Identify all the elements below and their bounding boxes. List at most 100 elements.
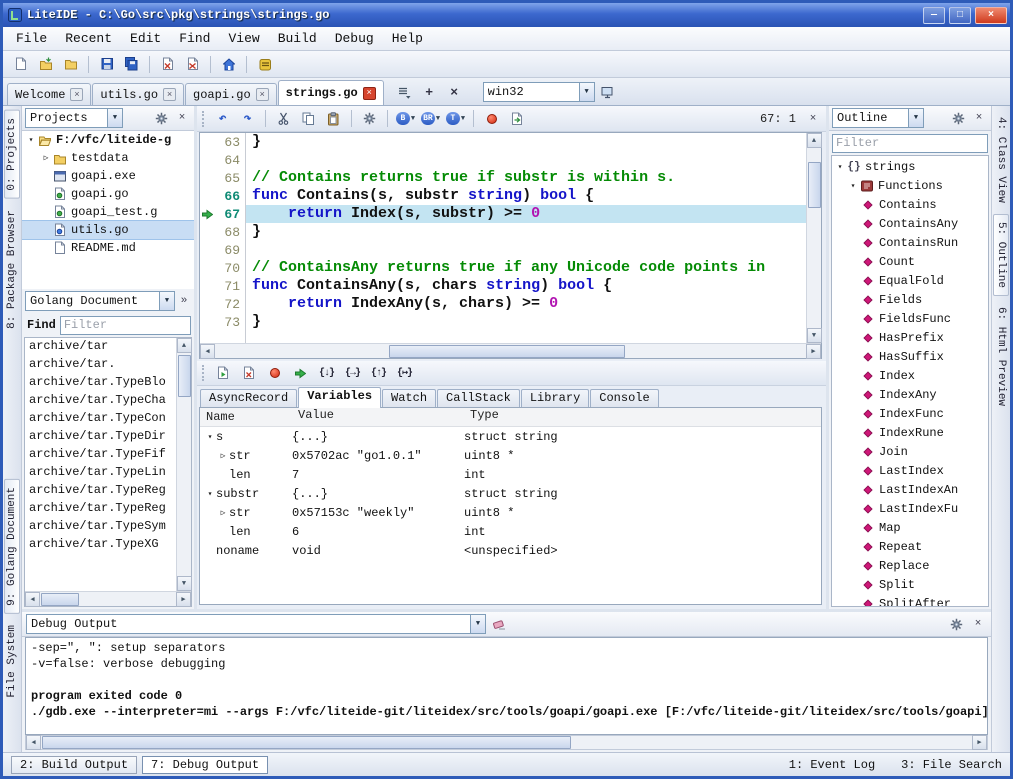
doc-item[interactable]: archive/tar.TypeSym [25, 519, 176, 537]
show-current-line-icon[interactable] [289, 362, 312, 384]
chevron-down-icon[interactable]: ▼ [579, 83, 594, 101]
side-tab-5-outline[interactable]: 5: Outline [993, 214, 1009, 296]
status-tab-2-build-output[interactable]: 2: Build Output [11, 756, 137, 774]
code-line[interactable] [246, 151, 806, 169]
side-tab-8-package-browser[interactable]: 8: Package Browser [5, 203, 19, 336]
scroll-left-icon[interactable]: ◀ [26, 735, 41, 750]
panel-close-icon[interactable]: × [173, 109, 191, 127]
panel-settings-icon[interactable] [949, 109, 967, 127]
chevron-down-icon[interactable]: ▼ [908, 109, 923, 127]
editor-scrollbar[interactable]: ▲ ▼ [806, 133, 821, 343]
outline-item-lastindexan[interactable]: LastIndexAn [832, 480, 988, 499]
tab-welcome[interactable]: Welcome× [7, 83, 91, 105]
doc-list-scrollbar[interactable]: ▲ ▼ [176, 338, 191, 591]
scroll-up-icon[interactable]: ▲ [177, 338, 192, 353]
debug-tab-asyncrecord[interactable]: AsyncRecord [200, 389, 297, 407]
project-item-readme-md[interactable]: README.md [22, 239, 194, 257]
panel-close-icon[interactable]: × [969, 615, 987, 633]
scroll-up-icon[interactable]: ▲ [807, 133, 822, 148]
outline-item-lastindexfu[interactable]: LastIndexFu [832, 499, 988, 518]
outline-item-lastindex[interactable]: LastIndex [832, 461, 988, 480]
scroll-down-icon[interactable]: ▼ [807, 328, 822, 343]
outline-item-split[interactable]: Split [832, 575, 988, 594]
outline-item-strings[interactable]: ▾{}strings [832, 157, 988, 176]
debug-tab-watch[interactable]: Watch [382, 389, 436, 407]
outline-item-fields[interactable]: Fields [832, 290, 988, 309]
code-line[interactable]: } [246, 313, 806, 331]
toolbar-grip[interactable] [202, 111, 205, 127]
chevron-down-icon[interactable]: ▼ [159, 292, 174, 310]
open-folder-icon[interactable] [59, 53, 82, 75]
options-icon[interactable] [253, 53, 276, 75]
scroll-right-icon[interactable]: ▶ [972, 735, 987, 750]
panel-settings-icon[interactable] [152, 109, 170, 127]
scroll-thumb[interactable] [41, 593, 79, 606]
scroll-left-icon[interactable]: ◀ [200, 344, 215, 359]
project-item-testdata[interactable]: ▷testdata [22, 149, 194, 167]
menu-debug[interactable]: Debug [326, 28, 383, 49]
twist-icon[interactable]: ▷ [40, 153, 52, 163]
outline-filter-input[interactable] [832, 134, 988, 153]
scroll-thumb[interactable] [389, 345, 625, 358]
code-line[interactable]: return IndexAny(s, chars) >= 0 [246, 295, 806, 313]
outline-item-indexrune[interactable]: IndexRune [832, 423, 988, 442]
menu-view[interactable]: View [219, 28, 268, 49]
outline-item-containsany[interactable]: ContainsAny [832, 214, 988, 233]
toggle-breakpoint-icon[interactable] [263, 362, 286, 384]
toolbar-grip[interactable] [202, 365, 205, 381]
panel-close-icon[interactable]: × [970, 109, 988, 127]
copy-icon[interactable] [297, 108, 320, 130]
minimize-button[interactable]: — [923, 7, 945, 24]
new-file-icon[interactable] [9, 53, 32, 75]
menu-find[interactable]: Find [170, 28, 219, 49]
menu-help[interactable]: Help [383, 28, 432, 49]
clear-log-icon[interactable] [237, 362, 260, 384]
output-hscrollbar[interactable]: ◀ ▶ [25, 735, 988, 750]
menu-file[interactable]: File [7, 28, 56, 49]
variable-row[interactable]: nonamevoid<unspecified> [200, 541, 821, 560]
start-debug-icon[interactable] [211, 362, 234, 384]
status-item-3-file-search[interactable]: 3: File Search [901, 758, 1002, 772]
run-to-cursor-icon[interactable]: {↦} [393, 362, 416, 384]
chevron-down-icon[interactable]: ▼ [107, 109, 122, 127]
outline-item-index[interactable]: Index [832, 366, 988, 385]
project-item-f-vfc-liteide-g[interactable]: ▾F:/vfc/liteide-g [22, 131, 194, 149]
project-item-goapi-go[interactable]: goapi.go [22, 185, 194, 203]
side-tab-0-projects[interactable]: 0: Projects [4, 110, 20, 199]
twist-icon[interactable]: ▾ [25, 135, 37, 145]
code-line[interactable]: func Contains(s, substr string) bool { [246, 187, 806, 205]
tab-close-icon[interactable]: × [70, 88, 83, 101]
code-editor[interactable]: 6364656667686970717273 }// Contains retu… [199, 132, 822, 359]
editor-gutter[interactable]: 6364656667686970717273 [200, 133, 246, 343]
tab-strings-go[interactable]: strings.go× [278, 80, 384, 105]
side-tab-9-golang-document[interactable]: 9: Golang Document [4, 479, 20, 614]
outline-panel-combo[interactable]: Outline ▼ [832, 108, 924, 128]
build-menu-icon[interactable]: B▼ [394, 108, 417, 130]
code-line[interactable] [246, 241, 806, 259]
split-editor-icon[interactable]: + [418, 81, 441, 103]
code-line[interactable]: return Index(s, substr) >= 0 [246, 205, 806, 223]
doc-item[interactable]: archive/tar.TypeReg [25, 501, 176, 519]
output-selector-combo[interactable]: Debug Output ▼ [26, 614, 486, 634]
tab-close-icon[interactable]: × [163, 88, 176, 101]
twist-icon[interactable]: ▾ [204, 432, 216, 442]
twist-icon[interactable]: ▾ [204, 489, 216, 499]
outline-item-map[interactable]: Map [832, 518, 988, 537]
file-list-icon[interactable] [393, 81, 416, 103]
variable-row[interactable]: ▾s{...}struct string [200, 427, 821, 446]
project-item-goapi-test-g[interactable]: goapi_test.g [22, 203, 194, 221]
twist-icon[interactable]: ▷ [217, 451, 229, 461]
close-button[interactable]: × [975, 7, 1007, 24]
scroll-thumb[interactable] [808, 162, 821, 208]
golang-document-combo[interactable]: Golang Document ▼ [25, 291, 175, 311]
projects-panel-combo[interactable]: Projects ▼ [25, 108, 123, 128]
outline-item-functions[interactable]: ▾Functions [832, 176, 988, 195]
doc-item[interactable]: archive/tar.TypeCha [25, 393, 176, 411]
outline-item-hassuffix[interactable]: HasSuffix [832, 347, 988, 366]
menu-edit[interactable]: Edit [121, 28, 170, 49]
redo-icon[interactable]: ↷ [236, 108, 259, 130]
variable-row[interactable]: ▷str0x57153c "weekly"uint8 * [200, 503, 821, 522]
cut-icon[interactable] [272, 108, 295, 130]
doc-item[interactable]: archive/tar. [25, 357, 176, 375]
twist-icon[interactable]: ▾ [834, 162, 846, 172]
